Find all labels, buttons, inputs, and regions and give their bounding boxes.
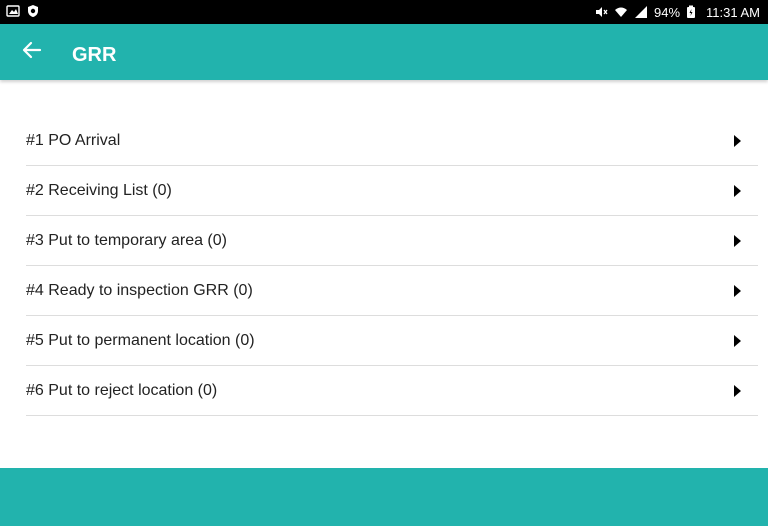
- bottom-bar: [0, 468, 768, 526]
- menu-item-label: #3 Put to temporary area (0): [26, 231, 227, 249]
- menu-item-ready-to-inspection[interactable]: #4 Ready to inspection GRR (0): [26, 266, 758, 316]
- menu-item-label: #2 Receiving List (0): [26, 181, 172, 199]
- gallery-icon: [6, 4, 20, 18]
- menu-item-receiving-list[interactable]: #2 Receiving List (0): [26, 166, 758, 216]
- menu-item-label: #5 Put to permanent location (0): [26, 331, 255, 349]
- page-title: GRR: [72, 44, 117, 66]
- signal-icon: [634, 5, 648, 19]
- menu-item-label: #4 Ready to inspection GRR (0): [26, 281, 253, 299]
- shield-icon: [26, 4, 40, 18]
- caret-right-icon: [732, 184, 742, 198]
- menu-item-label: #6 Put to reject location (0): [26, 381, 218, 399]
- wifi-icon: [614, 5, 628, 19]
- menu-item-label: #1 PO Arrival: [26, 131, 121, 149]
- caret-right-icon: [732, 334, 742, 348]
- back-button[interactable]: [18, 38, 46, 66]
- status-time: 11:31 AM: [706, 4, 760, 20]
- status-bar: 94% 11:31 AM: [0, 0, 768, 24]
- caret-right-icon: [732, 384, 742, 398]
- caret-right-icon: [732, 134, 742, 148]
- menu-item-put-to-permanent-location[interactable]: #5 Put to permanent location (0): [26, 316, 758, 366]
- battery-percent: 94%: [654, 4, 681, 20]
- caret-right-icon: [732, 284, 742, 298]
- menu-item-put-to-reject-location[interactable]: #6 Put to reject location (0): [26, 366, 758, 416]
- menu-item-put-to-temporary-area[interactable]: #3 Put to temporary area (0): [26, 216, 758, 266]
- app-bar: GRR: [0, 24, 768, 80]
- caret-right-icon: [732, 234, 742, 248]
- battery-charging-icon: [686, 5, 700, 19]
- arrow-left-icon: [22, 40, 42, 65]
- menu-item-po-arrival[interactable]: #1 PO Arrival: [26, 116, 758, 166]
- menu-list: #1 PO Arrival #2 Receiving List (0) #3 P…: [26, 116, 758, 416]
- mute-icon: [594, 5, 608, 19]
